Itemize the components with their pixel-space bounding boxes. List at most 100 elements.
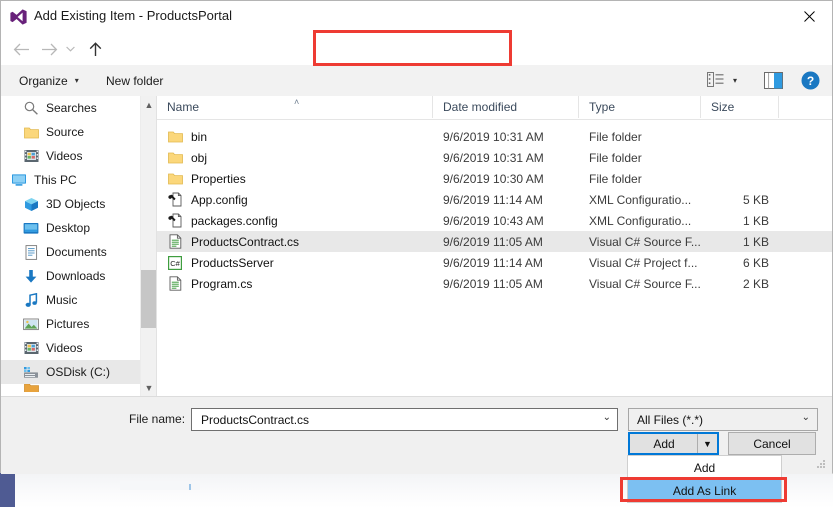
file-name-label: ProductsContract.cs — [191, 234, 300, 249]
main-content: Searches Source Videos This PC 3D Object… — [1, 96, 832, 396]
column-header-label: Date modified — [443, 100, 518, 114]
date-modified-cell: 9/6/2019 10:31 AM — [443, 150, 544, 165]
config-file-icon — [167, 213, 183, 229]
3d-objects-icon — [23, 196, 39, 212]
sidebar-item-osdisk[interactable]: OSDisk (C:) — [1, 360, 140, 384]
table-row[interactable]: packages.config 9/6/2019 10:43 AM XML Co… — [157, 210, 832, 231]
sidebar-item-videos[interactable]: Videos — [1, 336, 140, 360]
recent-locations-icon[interactable] — [61, 37, 79, 61]
column-header-label: Type — [589, 100, 616, 114]
sidebar-item-videos-top[interactable]: Videos — [1, 144, 140, 168]
sidebar-item-label: Documents — [46, 245, 107, 259]
column-header-date-modified[interactable]: Date modified — [433, 96, 579, 118]
column-header-type[interactable]: Type — [579, 96, 701, 118]
file-name-cell: obj — [157, 150, 433, 166]
file-name-combobox[interactable]: ⌄ — [191, 408, 618, 431]
navigation-pane: Searches Source Videos This PC 3D Object… — [1, 96, 140, 396]
sidebar-item-this-pc[interactable]: This PC — [1, 168, 140, 192]
sidebar-item-source[interactable]: Source — [1, 120, 140, 144]
scroll-down-icon[interactable]: ▼ — [141, 379, 157, 396]
date-modified-cell: 9/6/2019 11:14 AM — [443, 255, 543, 270]
file-name-cell: ProductsContract.cs — [157, 234, 433, 250]
menu-item-label: Add As Link — [672, 483, 737, 498]
config-file-icon — [167, 192, 183, 208]
cancel-button[interactable]: Cancel — [728, 432, 816, 455]
add-split-dropdown-icon[interactable]: ▼ — [697, 434, 717, 453]
sidebar-item-pictures[interactable]: Pictures — [1, 312, 140, 336]
desktop-icon — [23, 220, 39, 236]
chevron-down-icon: ▾ — [733, 76, 738, 85]
table-row[interactable]: C# ProductsServer 9/6/2019 11:14 AM Visu… — [157, 252, 832, 273]
pictures-icon — [23, 316, 39, 332]
downloads-icon — [23, 268, 39, 284]
add-button[interactable]: Add ▼ — [628, 432, 719, 455]
csharp-source-icon — [167, 234, 183, 250]
resize-grip[interactable] — [816, 458, 826, 468]
sidebar-item-downloads[interactable]: Downloads — [1, 264, 140, 288]
table-row[interactable]: bin 9/6/2019 10:31 AM File folder — [157, 126, 832, 147]
date-modified-cell: 9/6/2019 10:43 AM — [443, 213, 544, 228]
table-row[interactable]: obj 9/6/2019 10:31 AM File folder — [157, 147, 832, 168]
close-icon[interactable] — [786, 1, 832, 31]
file-name-label: Program.cs — [191, 276, 253, 291]
type-cell: File folder — [589, 129, 642, 144]
cancel-button-label: Cancel — [753, 436, 791, 451]
table-row[interactable]: App.config 9/6/2019 11:14 AM XML Configu… — [157, 189, 832, 210]
type-cell: File folder — [589, 150, 642, 165]
file-type-filter-combobox[interactable]: All Files (*.*) ⌄ — [628, 408, 818, 431]
type-cell: Visual C# Source F... — [589, 234, 701, 249]
sidebar-item-3d-objects[interactable]: 3D Objects — [1, 192, 140, 216]
menu-item-add[interactable]: Add — [628, 456, 781, 479]
sidebar-item-label: Downloads — [46, 269, 106, 283]
file-name-label: Properties — [191, 171, 246, 186]
table-row[interactable]: ProductsContract.cs 9/6/2019 11:05 AM Vi… — [157, 231, 832, 252]
help-icon[interactable]: ? — [801, 71, 820, 90]
file-name-label: obj — [191, 150, 208, 165]
add-dropdown-menu: Add Add As Link — [627, 455, 782, 503]
folder-icon — [167, 150, 183, 166]
file-name-label: packages.config — [191, 213, 278, 228]
size-cell: 6 KB — [742, 255, 769, 270]
sidebar-scrollbar[interactable]: ▲ ▼ — [140, 96, 157, 396]
menu-item-add-as-link[interactable]: Add As Link — [628, 479, 781, 502]
up-icon[interactable] — [83, 37, 107, 61]
column-header-row: Name ˄ Date modified Type Size — [157, 96, 832, 120]
chevron-down-icon: ▾ — [74, 76, 79, 85]
search-folder-icon — [23, 100, 39, 116]
file-name-input[interactable] — [199, 412, 588, 428]
type-cell: File folder — [589, 171, 642, 186]
preview-pane-icon[interactable] — [764, 72, 783, 89]
chevron-down-icon[interactable]: ⌄ — [603, 412, 611, 423]
window-title: Add Existing Item - ProductsPortal — [34, 8, 232, 23]
date-modified-cell: 9/6/2019 10:30 AM — [443, 171, 544, 186]
view-options-button[interactable]: ▾ — [707, 71, 737, 90]
add-existing-item-dialog: Add Existing Item - ProductsPortal Searc… — [0, 0, 833, 474]
scrollbar-thumb[interactable] — [141, 270, 157, 328]
background-placeholder — [120, 481, 200, 490]
table-row[interactable]: Properties 9/6/2019 10:30 AM File folder — [157, 168, 832, 189]
new-folder-label: New folder — [106, 73, 164, 88]
back-icon[interactable] — [9, 37, 33, 61]
organize-label: Organize — [19, 73, 68, 88]
forward-icon[interactable] — [37, 37, 61, 61]
column-header-name[interactable]: Name ˄ — [157, 96, 433, 118]
background-caret — [189, 484, 191, 490]
music-icon — [23, 292, 39, 308]
videos-icon — [23, 340, 39, 356]
size-cell: 2 KB — [742, 276, 769, 291]
sidebar-item-music[interactable]: Music — [1, 288, 140, 312]
type-cell: XML Configuratio... — [589, 213, 692, 228]
table-row[interactable]: Program.cs 9/6/2019 11:05 AM Visual C# S… — [157, 273, 832, 294]
sidebar-item-partial[interactable] — [1, 384, 140, 392]
date-modified-cell: 9/6/2019 11:14 AM — [443, 192, 543, 207]
size-cell: 1 KB — [742, 213, 769, 228]
sidebar-item-searches[interactable]: Searches — [1, 96, 140, 120]
new-folder-button[interactable]: New folder — [106, 65, 163, 96]
sidebar-item-desktop[interactable]: Desktop — [1, 216, 140, 240]
column-header-size[interactable]: Size — [701, 96, 779, 118]
organize-button[interactable]: Organize ▾ — [19, 65, 79, 96]
sidebar-item-label: Desktop — [46, 221, 91, 235]
sidebar-item-label: This PC — [34, 173, 77, 187]
scroll-up-icon[interactable]: ▲ — [141, 96, 157, 113]
sidebar-item-documents[interactable]: Documents — [1, 240, 140, 264]
